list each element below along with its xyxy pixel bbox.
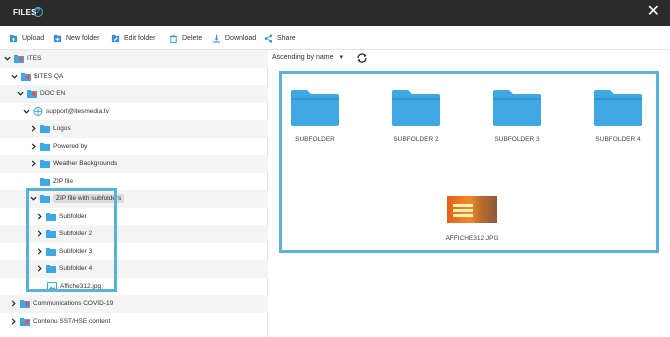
- tree-item-label: DOC EN: [40, 90, 66, 98]
- folder-icon: [40, 159, 50, 169]
- shared-folder-icon: [27, 89, 37, 99]
- help-icon[interactable]: ?: [33, 7, 43, 17]
- download-icon: [212, 34, 221, 43]
- edit-folder-icon: [111, 34, 120, 42]
- folder-tile-label: SUBFOLDER 4: [595, 136, 641, 143]
- tree-item-label: ZIP file: [53, 177, 74, 185]
- edit-folder-label: Edit folder: [124, 34, 156, 42]
- tree-item-label: Contenu SST/HSE content: [33, 317, 111, 325]
- tree-item-logos[interactable]: Logos: [0, 120, 268, 138]
- shared-folder-icon: [20, 299, 30, 309]
- edit-folder-button[interactable]: Edit folder: [111, 32, 156, 44]
- new-folder-icon: [53, 34, 62, 42]
- tree-item-label: Logos: [53, 125, 71, 133]
- tree-item-communications-covid[interactable]: Communications COVID-19: [0, 295, 268, 313]
- tree-item-ites-qa[interactable]: $ITES QA: [0, 68, 268, 86]
- image-tile-label: AFFICHE312.JPG: [445, 235, 499, 242]
- folder-tile-label: SUBFOLDER 3: [494, 136, 540, 143]
- content-grid: SUBFOLDER SUBFOLDER 2 SUBFOLDER 3 SUBFOL…: [279, 71, 659, 253]
- folder-icon: [594, 90, 642, 126]
- sort-select-value: Ascending by name: [272, 53, 334, 61]
- image-thumbnail: [447, 196, 497, 223]
- tree-item-contenu-sst[interactable]: Contenu SST/HSE content: [0, 313, 268, 331]
- tree-item-label: $ITES QA: [34, 72, 64, 80]
- folder-icon: [40, 124, 50, 134]
- tree-item-powered-by[interactable]: Powered by: [0, 138, 268, 156]
- upload-label: Upload: [22, 34, 45, 42]
- share-icon: [264, 33, 273, 43]
- tree-item-weather-backgrounds[interactable]: Weather Backgrounds: [0, 155, 268, 173]
- tree-item-label: support@itesmedia.tv: [46, 107, 109, 115]
- delete-label: Delete: [182, 34, 203, 42]
- tree-item-label: Communications COVID-19: [33, 300, 114, 308]
- refresh-icon[interactable]: [356, 52, 368, 64]
- tree-item-label: Powered by: [53, 142, 88, 150]
- folder-icon: [40, 142, 50, 151]
- new-folder-label: New folder: [66, 34, 100, 42]
- chevron-down-icon[interactable]: [11, 73, 18, 80]
- folder-tile[interactable]: SUBFOLDER 2: [386, 88, 446, 143]
- chevron-right-icon[interactable]: [30, 143, 37, 150]
- download-label: Download: [225, 34, 257, 42]
- folder-icon: [291, 90, 339, 126]
- tree-item-ites[interactable]: ITES: [0, 50, 268, 68]
- chevron-right-icon[interactable]: [30, 160, 37, 167]
- folder-tile-label: SUBFOLDER: [295, 136, 335, 143]
- chevron-down-icon[interactable]: [4, 55, 11, 62]
- tree-item-support[interactable]: support@itesmedia.tv: [0, 103, 268, 121]
- image-tile[interactable]: AFFICHE312.JPG: [445, 196, 499, 242]
- sort-select[interactable]: Ascending by name ▾: [272, 53, 343, 62]
- chevron-right-icon[interactable]: [30, 125, 37, 132]
- chevron-right-icon[interactable]: [10, 318, 17, 325]
- folder-tile[interactable]: SUBFOLDER 4: [588, 88, 648, 143]
- sort-bar: Ascending by name ▾: [268, 50, 670, 67]
- share-button[interactable]: Share: [264, 32, 296, 44]
- shared-folder-icon: [14, 54, 24, 64]
- delete-button[interactable]: Delete: [169, 32, 202, 44]
- folder-icon: [392, 90, 440, 126]
- tree-item-label: Weather Backgrounds: [53, 160, 118, 168]
- selection-highlight: [26, 188, 117, 292]
- folder-icon: [40, 177, 50, 186]
- folder-tile[interactable]: SUBFOLDER: [285, 88, 345, 143]
- upload-icon: [9, 34, 18, 42]
- share-label: Share: [277, 34, 296, 42]
- upload-button[interactable]: Upload: [9, 32, 44, 44]
- chevron-right-icon[interactable]: [10, 300, 17, 307]
- shared-folder-icon: [21, 72, 31, 81]
- folder-icon: [493, 90, 541, 126]
- shared-folder-icon: [20, 317, 30, 326]
- new-folder-button[interactable]: New folder: [53, 32, 99, 44]
- tree-item-label: ITES: [27, 55, 42, 63]
- toolbar: Upload New folder Edit folder Delete Dow…: [0, 26, 670, 50]
- chevron-down-icon: ▾: [339, 54, 343, 61]
- trash-icon: [169, 34, 178, 43]
- download-button[interactable]: Download: [212, 32, 256, 44]
- close-icon[interactable]: ✕: [647, 3, 660, 21]
- chevron-down-icon[interactable]: [23, 108, 30, 115]
- folder-tile-label: SUBFOLDER 2: [393, 136, 439, 143]
- tree-item-doc-en[interactable]: DOC EN: [0, 85, 268, 103]
- title-bar: FILES ? ✕: [0, 0, 670, 26]
- globe-icon: [33, 106, 43, 116]
- chevron-down-icon[interactable]: [17, 90, 24, 97]
- folder-tile[interactable]: SUBFOLDER 3: [487, 88, 547, 143]
